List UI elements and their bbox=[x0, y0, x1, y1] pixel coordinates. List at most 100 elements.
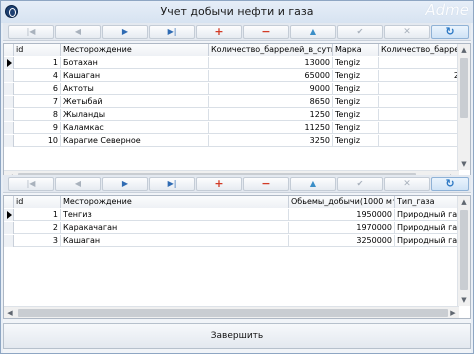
gas-grid-horizontal-scrollbar[interactable]: ◀ ▶ bbox=[4, 306, 459, 318]
gas-grid-vscroll-thumb[interactable] bbox=[460, 210, 468, 290]
cell-barrels[interactable]: 3 bbox=[379, 83, 467, 95]
gas-nav-last-button[interactable]: ▶| bbox=[149, 177, 195, 191]
scroll-left-icon[interactable]: ◀ bbox=[4, 307, 16, 318]
table-row[interactable]: 6Актоты9000Tengiz3 bbox=[4, 83, 467, 95]
cell-barrels[interactable] bbox=[379, 109, 467, 121]
column-header-id[interactable]: id bbox=[14, 44, 61, 56]
table-row[interactable]: 7Жетыбай8650Tengiz3 bbox=[4, 96, 467, 108]
row-indicator[interactable] bbox=[4, 235, 14, 247]
row-indicator[interactable] bbox=[4, 109, 14, 121]
cell-field[interactable]: Жетыбай bbox=[61, 96, 209, 108]
column-header-brand[interactable]: Марка bbox=[333, 44, 379, 56]
oil-nav-next-button[interactable]: ▶ bbox=[102, 25, 148, 39]
table-row[interactable]: 4Кашаган65000Tengiz25 bbox=[4, 70, 467, 82]
oil-nav-delete-button[interactable]: − bbox=[243, 25, 289, 39]
finish-button[interactable]: Завершить bbox=[3, 323, 471, 349]
cell-field[interactable]: Актоты bbox=[61, 83, 209, 95]
gas-nav-edit-button[interactable]: ▲ bbox=[290, 177, 336, 191]
gas-nav-post-button[interactable]: ✔ bbox=[337, 177, 383, 191]
cell-barrels-per-day[interactable]: 1250 bbox=[209, 109, 333, 121]
oil-nav-refresh-button[interactable]: ↻ bbox=[431, 25, 469, 39]
scroll-right-icon[interactable]: ▶ bbox=[447, 307, 459, 318]
cell-volume[interactable]: 1970000 bbox=[289, 222, 395, 234]
row-indicator[interactable] bbox=[4, 57, 14, 69]
column-header-field[interactable]: Месторождение bbox=[61, 196, 289, 208]
column-header-volume[interactable]: Обьемы_добычи(1000 м^3) bbox=[289, 196, 395, 208]
row-indicator[interactable] bbox=[4, 70, 14, 82]
cell-barrels-per-day[interactable]: 65000 bbox=[209, 70, 333, 82]
cell-brand[interactable]: Tengiz bbox=[333, 96, 379, 108]
cell-barrels[interactable]: 1 bbox=[379, 135, 467, 147]
row-indicator[interactable] bbox=[4, 83, 14, 95]
cell-barrels[interactable]: 4 bbox=[379, 122, 467, 134]
cell-barrels-per-day[interactable]: 13000 bbox=[209, 57, 333, 69]
cell-brand[interactable]: Tengiz bbox=[333, 83, 379, 95]
gas-grid[interactable]: idМесторождениеОбьемы_добычи(1000 м^3)Ти… bbox=[3, 195, 471, 319]
cell-brand[interactable]: Tengiz bbox=[333, 109, 379, 121]
scroll-up-icon[interactable]: ▲ bbox=[458, 196, 470, 208]
oil-grid[interactable]: id Месторождение Количество_баррелей_в_сут… bbox=[3, 43, 471, 183]
cell-id[interactable]: 6 bbox=[14, 83, 61, 95]
gas-nav-cancel-button[interactable]: ✕ bbox=[384, 177, 430, 191]
cell-id[interactable]: 3 bbox=[14, 235, 61, 247]
cell-barrels[interactable]: 25 bbox=[379, 70, 467, 82]
cell-brand[interactable]: Tengiz bbox=[333, 70, 379, 82]
cell-field[interactable]: Жыланды bbox=[61, 109, 209, 121]
oil-nav-post-button[interactable]: ✔ bbox=[337, 25, 383, 39]
oil-nav-insert-button[interactable]: + bbox=[196, 25, 242, 39]
table-row[interactable]: 9Каламкас11250Tengiz4 bbox=[4, 122, 467, 134]
row-indicator[interactable] bbox=[4, 135, 14, 147]
table-row[interactable]: 10Карагие Северное3250Tengiz1 bbox=[4, 135, 467, 147]
cell-barrels-per-day[interactable]: 9000 bbox=[209, 83, 333, 95]
cell-field[interactable]: Карагие Северное bbox=[61, 135, 209, 147]
scroll-down-icon[interactable]: ▼ bbox=[458, 294, 470, 306]
gas-grid-hscroll-thumb[interactable] bbox=[18, 309, 448, 317]
cell-field[interactable]: Кашаган bbox=[61, 70, 209, 82]
gas-grid-vertical-scrollbar[interactable]: ▲ ▼ bbox=[457, 196, 470, 306]
cell-id[interactable]: 1 bbox=[14, 209, 61, 221]
cell-id[interactable]: 8 bbox=[14, 109, 61, 121]
row-indicator[interactable] bbox=[4, 209, 14, 221]
cell-field[interactable]: Каракачаган bbox=[61, 222, 289, 234]
cell-id[interactable]: 2 bbox=[14, 222, 61, 234]
column-header-field[interactable]: Месторождение bbox=[61, 44, 209, 56]
table-row[interactable]: 1 Тенгиз 1950000 Природный газ bbox=[4, 209, 469, 221]
column-header-barrels-per-day[interactable]: Количество_баррелей_в_сутки bbox=[209, 44, 333, 56]
table-row[interactable]: 1Ботахан13000Tengiz4 bbox=[4, 57, 467, 69]
column-header-id[interactable]: id bbox=[14, 196, 61, 208]
oil-nav-edit-button[interactable]: ▲ bbox=[290, 25, 336, 39]
oil-nav-first-button[interactable]: |◀ bbox=[8, 25, 54, 39]
cell-barrels-per-day[interactable]: 11250 bbox=[209, 122, 333, 134]
row-indicator[interactable] bbox=[4, 122, 14, 134]
cell-barrels-per-day[interactable]: 3250 bbox=[209, 135, 333, 147]
oil-nav-last-button[interactable]: ▶| bbox=[149, 25, 195, 39]
scroll-up-icon[interactable]: ▲ bbox=[458, 44, 470, 56]
column-header-barrels[interactable]: Количество_баррелей bbox=[379, 44, 467, 56]
table-row[interactable]: 3 Кашаган 3250000 Природный газ bbox=[4, 235, 469, 247]
oil-nav-cancel-button[interactable]: ✕ bbox=[384, 25, 430, 39]
cell-id[interactable]: 9 bbox=[14, 122, 61, 134]
cell-barrels[interactable]: 3 bbox=[379, 96, 467, 108]
cell-brand[interactable]: Tengiz bbox=[333, 57, 379, 69]
cell-id[interactable]: 4 bbox=[14, 70, 61, 82]
cell-id[interactable]: 1 bbox=[14, 57, 61, 69]
oil-grid-vertical-scrollbar[interactable]: ▲ ▼ bbox=[457, 44, 470, 170]
gas-nav-first-button[interactable]: |◀ bbox=[8, 177, 54, 191]
cell-volume[interactable]: 1950000 bbox=[289, 209, 395, 221]
cell-barrels[interactable]: 4 bbox=[379, 57, 467, 69]
gas-nav-delete-button[interactable]: − bbox=[243, 177, 289, 191]
cell-field[interactable]: Каламкас bbox=[61, 122, 209, 134]
cell-volume[interactable]: 3250000 bbox=[289, 235, 395, 247]
oil-grid-vscroll-thumb[interactable] bbox=[460, 58, 468, 118]
cell-field[interactable]: Тенгиз bbox=[61, 209, 289, 221]
cell-field[interactable]: Кашаган bbox=[61, 235, 289, 247]
gas-nav-refresh-button[interactable]: ↻ bbox=[431, 177, 469, 191]
cell-id[interactable]: 7 bbox=[14, 96, 61, 108]
cell-barrels-per-day[interactable]: 8650 bbox=[209, 96, 333, 108]
scroll-down-icon[interactable]: ▼ bbox=[458, 158, 470, 170]
oil-nav-prior-button[interactable]: ◀ bbox=[55, 25, 101, 39]
cell-field[interactable]: Ботахан bbox=[61, 57, 209, 69]
table-row[interactable]: 8 Жыланды 1250 Tengiz bbox=[4, 109, 467, 121]
cell-brand[interactable]: Tengiz bbox=[333, 122, 379, 134]
row-indicator[interactable] bbox=[4, 222, 14, 234]
